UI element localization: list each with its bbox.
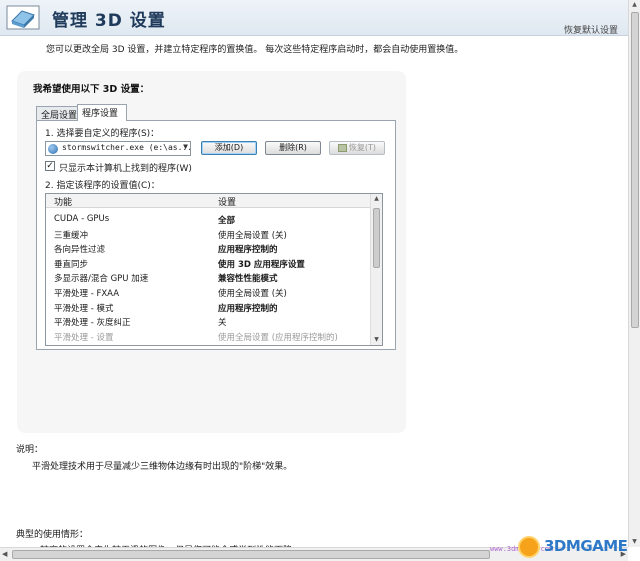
watermark-logo-icon [518, 536, 540, 558]
tab-program-settings[interactable]: 程序设置 [77, 104, 127, 121]
restore-program-button[interactable]: 恢复(T) [329, 141, 385, 155]
usage-label: 典型的使用情形： [16, 530, 89, 540]
page-title: 管理 3D 设置 [52, 11, 166, 31]
settings-panel: 我希望使用以下 3D 设置： 全局设置 程序设置 1. 选择要自定义的程序(S)… [17, 71, 406, 433]
table-row[interactable]: 各向异性过滤 应用程序控制的 [46, 241, 370, 255]
row-setting[interactable]: 全部 [218, 214, 235, 226]
restore-program-label: 恢复(T) [348, 143, 377, 152]
row-feature: 平滑处理 - 设置 [54, 332, 114, 343]
program-settings-tab-body: 1. 选择要自定义的程序(S)： stormswitcher.exe (e:\a… [36, 120, 396, 350]
page-hscroll-thumb[interactable] [12, 550, 490, 559]
table-row[interactable]: 平滑处理 - 灰度纠正 关 [46, 314, 370, 328]
row-setting[interactable]: 使用全局设置 (关) [218, 287, 287, 299]
table-row[interactable]: CUDA - GPUs 全部 [46, 212, 370, 226]
table-row[interactable]: 平滑处理 - FXAA 使用全局设置 (关) [46, 285, 370, 299]
tab-global-settings[interactable]: 全局设置 [36, 106, 78, 121]
step2-label: 2. 指定该程序的设置值(C)： [45, 181, 160, 191]
settings-grid: 功能 设置 CUDA - GPUs 全部 三重缓冲 使用全局设置 (关) 各向异性过滤应… [45, 193, 383, 346]
table-row[interactable]: 平滑处理 - 模式 应用程序控制的 [46, 300, 370, 314]
row-setting[interactable]: 关 [218, 345, 227, 346]
column-header-setting: 设置 [218, 198, 237, 208]
row-feature: 各向异性过滤 [54, 245, 106, 256]
scroll-down-icon[interactable]: ▼ [371, 335, 382, 345]
watermark-brand: 3DMGAME [544, 537, 628, 555]
row-setting[interactable]: 使用全局设置 (应用程序控制的) [218, 331, 338, 343]
table-row[interactable]: 三重缓冲 使用全局设置 (关) [46, 227, 370, 241]
add-program-button[interactable]: 添加(D) [201, 141, 257, 155]
grid-scroll-thumb[interactable] [373, 208, 380, 268]
scroll-up-icon[interactable]: ▲ [371, 194, 382, 204]
row-setting[interactable]: 应用程序控制的 [218, 243, 278, 255]
column-header-feature: 功能 [54, 198, 73, 208]
grid-scrollbar[interactable]: ▲ ▼ [370, 194, 382, 345]
row-setting[interactable]: 应用程序控制的 [218, 302, 278, 314]
restore-defaults-link[interactable]: 恢复默认设置 [564, 23, 618, 36]
row-feature: 平滑处理 - 灰度纠正 [54, 318, 131, 329]
page-scroll-thumb[interactable] [631, 12, 639, 328]
restore-icon [337, 143, 347, 152]
show-only-label: 只显示本计算机上找到的程序(W) [59, 164, 192, 174]
chevron-down-icon[interactable]: ▼ [183, 142, 188, 151]
row-feature: 平滑处理 - 透明度 [54, 345, 122, 346]
row-feature: CUDA - GPUs [54, 214, 110, 224]
row-feature: 三重缓冲 [54, 230, 89, 241]
site-watermark: www.3dmgame.com 3DMGAME [488, 534, 640, 561]
scroll-left-icon[interactable]: ◀ [2, 550, 7, 558]
row-feature: 平滑处理 - 模式 [54, 303, 114, 314]
program-select-value: stormswitcher.exe (e:\as... [62, 143, 191, 152]
row-setting[interactable]: 关 [218, 316, 227, 328]
scroll-up-icon[interactable]: ▲ [629, 0, 640, 10]
page-vertical-scrollbar[interactable]: ▲ ▼ [628, 0, 640, 547]
row-setting[interactable]: 使用全局设置 (关) [218, 229, 287, 241]
table-row[interactable]: 平滑处理 - 透明度 关 [46, 343, 370, 346]
row-feature: 多显示器/混合 GPU 加速 [54, 274, 149, 285]
table-row[interactable]: 平滑处理 - 设置 使用全局设置 (应用程序控制的) [46, 329, 370, 343]
row-setting[interactable]: 兼容性性能模式 [218, 272, 278, 284]
nvidia-3d-cube-icon [6, 5, 40, 30]
program-select[interactable]: stormswitcher.exe (e:\as... ▼ [45, 141, 191, 156]
row-setting[interactable]: 使用 3D 应用程序设置 [218, 258, 305, 270]
description-text: 平滑处理技术用于尽量减少三维物体边缘有时出现的"阶梯"效果。 [32, 462, 293, 472]
show-only-checkbox[interactable]: ✓ [45, 161, 55, 171]
row-feature: 平滑处理 - FXAA [54, 289, 120, 299]
row-feature: 垂直同步 [54, 259, 89, 270]
program-icon [48, 144, 58, 154]
description-label: 说明： [16, 445, 44, 455]
step1-label: 1. 选择要自定义的程序(S)： [45, 129, 160, 139]
intro-text: 您可以更改全局 3D 设置，并建立特定程序的置换值。 每次这些特定程序启动时，都… [46, 45, 464, 55]
remove-program-button[interactable]: 删除(R) [265, 141, 321, 155]
table-row[interactable]: 多显示器/混合 GPU 加速 兼容性性能模式 [46, 270, 370, 284]
panel-title: 我希望使用以下 3D 设置： [33, 84, 150, 95]
grid-header: 功能 设置 [46, 194, 370, 208]
table-row[interactable]: 垂直同步 使用 3D 应用程序设置 [46, 256, 370, 270]
page-header: 管理 3D 设置 恢复默认设置 [0, 0, 628, 36]
